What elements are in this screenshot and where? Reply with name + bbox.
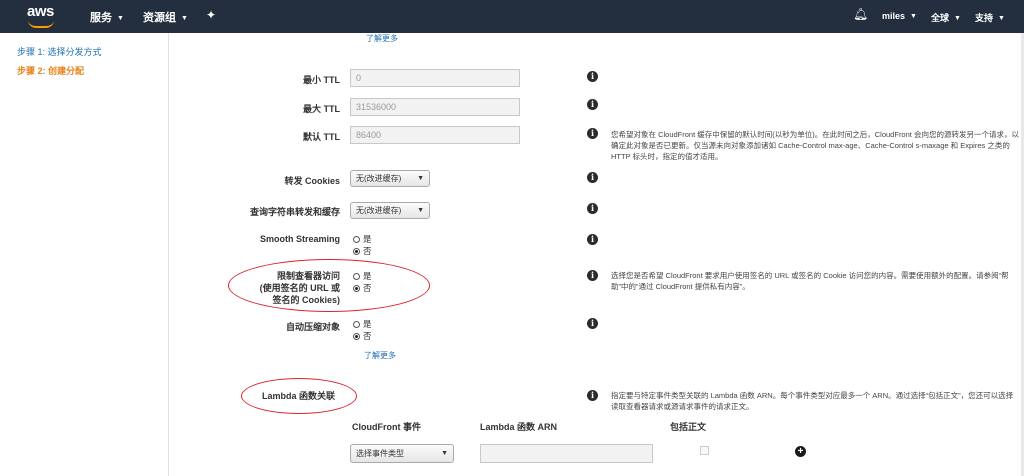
top-nav-bar: aws 服务 ▼ 资源组 ▼ ✦ 🔔︎ miles ▼ 全球 ▼ 支持 ▼ [0, 0, 1024, 33]
learn-more-link-compress[interactable]: 了解更多 [364, 350, 396, 361]
support-label: 支持 [975, 13, 994, 23]
radio-selected-icon [353, 248, 360, 255]
lambda-help-text: 指定要与特定事件类型关联的 Lambda 函数 ARN。每个事件类型对应最多一个… [611, 391, 1014, 411]
chevron-down-icon: ▼ [417, 207, 424, 214]
default-ttl-info-icon[interactable]: i [587, 128, 598, 139]
compress-yes[interactable]: 是 [353, 318, 372, 330]
region-menu[interactable]: 全球 ▼ [931, 11, 961, 24]
radio-selected-icon [353, 333, 360, 340]
bell-icon[interactable]: 🔔︎ [853, 7, 868, 21]
default-ttl-help-text: 您希望对象在 CloudFront 缓存中保留的默认时间(以秒为单位)。在此时间… [611, 130, 1019, 161]
smooth-streaming-no[interactable]: 否 [353, 245, 372, 257]
max-ttl-label: 最大 TTL [303, 104, 340, 114]
col-header-include-body: 包括正文 [670, 422, 707, 432]
add-icon[interactable]: + [795, 446, 806, 457]
compress-label: 自动压缩对象 [285, 322, 340, 332]
min-ttl-input[interactable]: 0 [350, 69, 520, 87]
services-label: 服务 [90, 12, 112, 24]
chevron-down-icon: ▼ [910, 13, 917, 20]
max-ttl-input[interactable]: 31536000 [350, 98, 520, 116]
lambda-info-icon[interactable]: i [587, 390, 598, 401]
query-string-info-icon[interactable]: i [587, 203, 598, 214]
chevron-down-icon: ▼ [417, 175, 424, 182]
user-menu[interactable]: miles ▼ [882, 11, 917, 21]
annotation-circle-restrict [228, 259, 430, 312]
support-menu[interactable]: 支持 ▼ [975, 11, 1005, 24]
smooth-streaming-label: Smooth Streaming [259, 234, 340, 244]
chevron-down-icon: ▼ [181, 15, 188, 22]
chevron-down-icon: ▼ [441, 450, 448, 457]
services-menu[interactable]: 服务 ▼ [90, 9, 124, 25]
restrict-viewer-info-icon[interactable]: i [587, 270, 598, 281]
smooth-streaming-yes-label: 是 [363, 234, 372, 244]
chevron-down-icon: ▼ [954, 15, 961, 22]
compress-no[interactable]: 否 [353, 330, 372, 342]
col-header-cloudfront-event: CloudFront 事件 [352, 422, 421, 432]
min-ttl-label: 最小 TTL [303, 75, 340, 85]
smooth-streaming-yes[interactable]: 是 [353, 233, 372, 245]
radio-icon [353, 236, 360, 243]
radio-icon [353, 321, 360, 328]
compress-yes-label: 是 [363, 319, 372, 329]
aws-smile-icon [28, 20, 54, 28]
forward-cookies-value: 无(改进缓存) [356, 174, 402, 183]
annotation-circle-lambda [241, 378, 357, 414]
forward-cookies-label: 转发 Cookies [284, 176, 340, 186]
sidebar-step-2: 步骤 2: 创建分配 [17, 66, 85, 76]
wizard-sidebar: 步骤 1: 选择分发方式 步骤 2: 创建分配 [0, 33, 169, 476]
aws-logo-text: aws [27, 3, 54, 20]
query-string-select[interactable]: 无(改进缓存) ▼ [350, 202, 430, 219]
event-type-value: 选择事件类型 [356, 449, 404, 458]
max-ttl-info-icon[interactable]: i [587, 99, 598, 110]
resource-groups-label: 资源组 [143, 12, 176, 24]
include-body-checkbox[interactable] [700, 446, 709, 455]
smooth-streaming-info-icon[interactable]: i [587, 234, 598, 245]
query-string-value: 无(改进缓存) [356, 206, 402, 215]
default-ttl-label: 默认 TTL [303, 132, 340, 142]
compress-info-icon[interactable]: i [587, 318, 598, 329]
learn-more-link-top[interactable]: 了解更多 [366, 33, 398, 44]
chevron-down-icon: ▼ [998, 15, 1005, 22]
resource-groups-menu[interactable]: 资源组 ▼ [143, 9, 188, 25]
query-string-label: 查询字符串转发和缓存 [249, 207, 340, 217]
forward-cookies-info-icon[interactable]: i [587, 172, 598, 183]
lambda-arn-input[interactable] [480, 444, 653, 463]
pin-icon[interactable]: ✦ [206, 8, 216, 22]
min-ttl-info-icon[interactable]: i [587, 71, 598, 82]
smooth-streaming-no-label: 否 [363, 246, 372, 256]
forward-cookies-select[interactable]: 无(改进缓存) ▼ [350, 170, 430, 187]
chevron-down-icon: ▼ [117, 15, 124, 22]
restrict-viewer-help-text: 选择您是否希望 CloudFront 要求用户使用签名的 URL 或签名的 Co… [611, 271, 1009, 291]
aws-logo[interactable]: aws [27, 3, 57, 28]
col-header-lambda-arn: Lambda 函数 ARN [480, 422, 558, 432]
region-label: 全球 [931, 13, 950, 23]
event-type-select[interactable]: 选择事件类型 ▼ [350, 444, 454, 463]
user-label: miles [882, 11, 906, 21]
sidebar-step-1[interactable]: 步骤 1: 选择分发方式 [17, 45, 102, 58]
compress-no-label: 否 [363, 331, 372, 341]
default-ttl-input[interactable]: 86400 [350, 126, 520, 144]
